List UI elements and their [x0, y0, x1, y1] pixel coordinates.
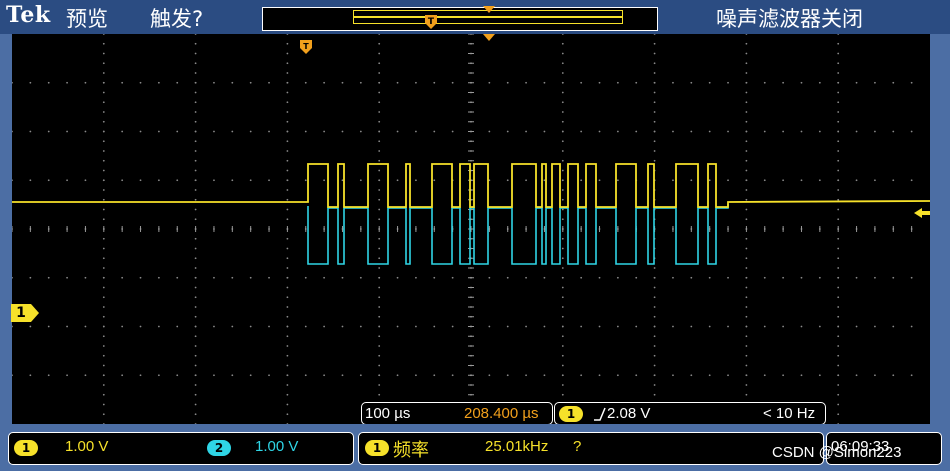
- acquisition-mode: 预览: [66, 7, 108, 31]
- graticule-and-traces: T: [12, 34, 930, 424]
- measurement-name: 频率: [393, 440, 429, 461]
- trigger-level-icon[interactable]: [914, 206, 930, 220]
- measurement-flag: ?: [573, 438, 582, 455]
- horizontal-position-marker: [483, 34, 495, 41]
- horizontal-position: 208.400 µs: [464, 405, 539, 422]
- channel-settings-panel[interactable]: 1 1.00 V 2 1.00 V: [8, 432, 354, 465]
- measure-source-badge: 1: [365, 440, 389, 456]
- ch2-waveform: [307, 204, 729, 265]
- ch1-badge[interactable]: 1: [14, 440, 38, 456]
- trigger-point-icon: T: [425, 15, 437, 29]
- trigger-frequency: < 10 Hz: [763, 405, 816, 422]
- timebase-panel[interactable]: 100 µs 208.400 µs: [361, 402, 553, 425]
- waveform-display: T: [12, 34, 930, 424]
- trigger-source-badge: 1: [559, 406, 583, 422]
- measurement-panel[interactable]: 1 频率 25.01kHz ?: [358, 432, 824, 465]
- ch1-ground-marker[interactable]: 1: [11, 304, 43, 322]
- svg-text:T: T: [428, 17, 435, 27]
- watermark-text: CSDN @Simon223: [772, 444, 902, 461]
- oscilloscope-screen: Tek 预览 触发? T 噪声滤波器关闭 T 1 100 µs 208.400 …: [0, 0, 950, 471]
- brand-logo: Tek: [6, 2, 51, 28]
- measurement-value: 25.01kHz: [485, 438, 549, 455]
- rising-edge-icon: [594, 407, 606, 421]
- trigger-panel[interactable]: 1 2.08 V < 10 Hz: [554, 402, 826, 425]
- trigger-position-icon: T: [300, 40, 312, 54]
- time-per-division: 100 µs: [365, 405, 411, 422]
- trigger-status: 触发?: [150, 7, 204, 31]
- svg-text:T: T: [303, 42, 309, 51]
- ch1-marker-label: 1: [11, 304, 31, 322]
- ch2-scale: 1.00 V: [255, 438, 299, 455]
- top-status-bar: Tek 预览 触发? T 噪声滤波器关闭: [0, 0, 950, 34]
- ch1-scale: 1.00 V: [65, 438, 109, 455]
- noise-filter-status: 噪声滤波器关闭: [716, 7, 863, 31]
- ch2-badge[interactable]: 2: [207, 440, 231, 456]
- center-marker-icon: [483, 6, 495, 13]
- graticule-grid: [12, 34, 913, 424]
- trigger-level: 2.08 V: [607, 405, 651, 422]
